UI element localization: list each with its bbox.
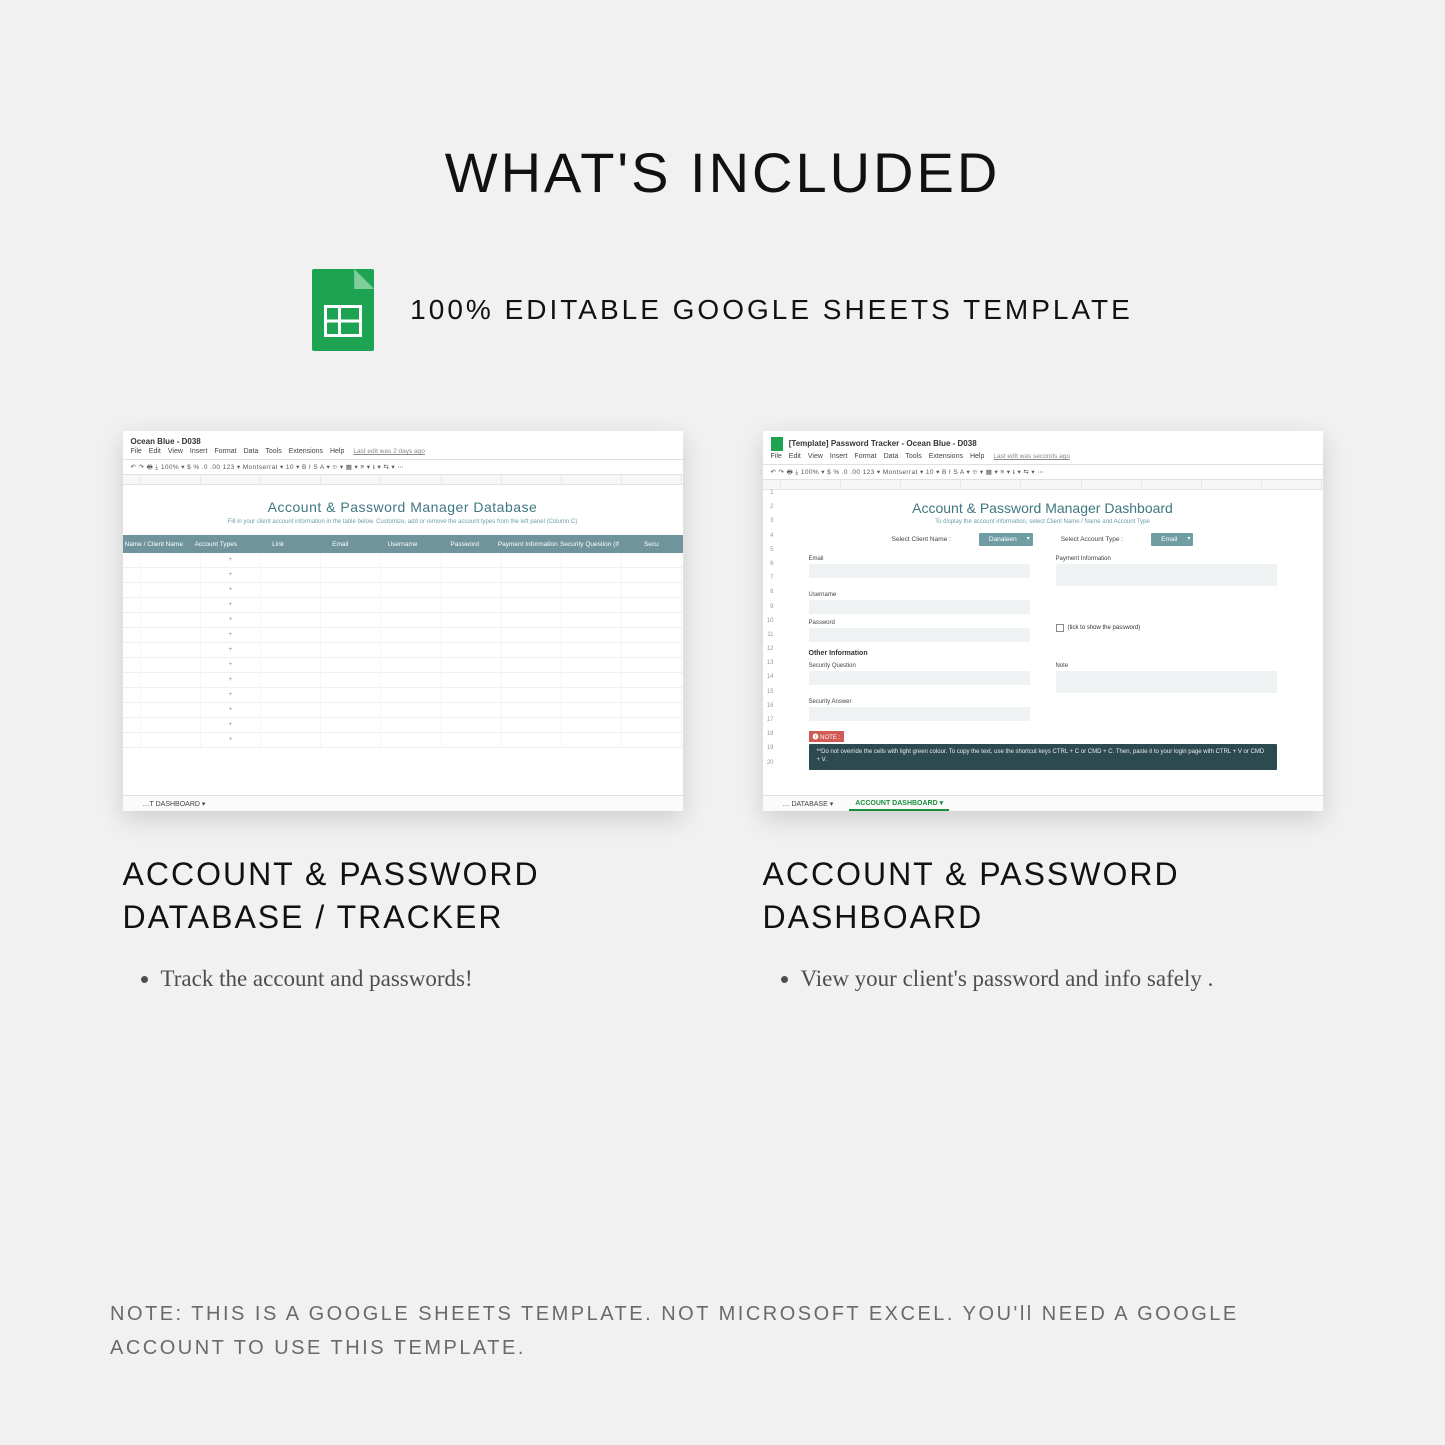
bullet: View your client's password and info saf… xyxy=(801,961,1323,997)
right-column: [Template] Password Tracker - Ocean Blue… xyxy=(763,431,1323,997)
password-field[interactable] xyxy=(809,628,1030,642)
tab-account-dashboard[interactable]: ACCOUNT DASHBOARD ▾ xyxy=(849,797,949,811)
note-flag: 🅘 NOTE : xyxy=(809,731,845,742)
database-title: Account & Password Manager Database xyxy=(123,485,683,519)
toolbar[interactable]: ↶ ↷ 🖶 ⤓ 100% ▾ $ % .0 .00 123 ▾ Montserr… xyxy=(123,459,683,475)
other-info-heading: Other Information xyxy=(809,650,1277,657)
page-title: WHAT'S INCLUDED xyxy=(0,0,1445,205)
dashboard-subtitle: To display the account information, sele… xyxy=(763,519,1323,533)
select-client-dropdown[interactable]: Danaleen xyxy=(979,533,1033,546)
footer-note: NOTE: THIS IS A GOOGLE SHEETS TEMPLATE. … xyxy=(110,1297,1335,1365)
dashboard-screenshot: [Template] Password Tracker - Ocean Blue… xyxy=(763,431,1323,811)
note-label: Note xyxy=(1056,663,1277,669)
last-edit-note: Last edit was 2 days ago xyxy=(353,448,425,455)
subtitle-text: 100% EDITABLE GOOGLE SHEETS TEMPLATE xyxy=(410,294,1133,326)
table-rows[interactable]: + + + + + + + + + + + + + xyxy=(123,553,683,748)
email-label: Email xyxy=(809,556,1030,562)
sheet-tabs[interactable]: … DATABASE ▾ ACCOUNT DASHBOARD ▾ xyxy=(763,795,1323,811)
security-question-label: Security Question xyxy=(809,663,1030,669)
tab-dashboard[interactable]: …T DASHBOARD ▾ xyxy=(137,798,212,810)
security-answer-field[interactable] xyxy=(809,707,1030,721)
security-question-field[interactable] xyxy=(809,671,1030,685)
left-column: Ocean Blue - D038 FileEditViewInsertForm… xyxy=(123,431,683,997)
username-field[interactable] xyxy=(809,600,1030,614)
dashboard-title: Account & Password Manager Dashboard xyxy=(763,490,1323,519)
password-label: Password xyxy=(809,620,1030,626)
column-letter-row xyxy=(763,480,1323,490)
right-caption-title: ACCOUNT & PASSWORD DASHBOARD xyxy=(763,853,1323,939)
left-caption-title: ACCOUNT & PASSWORD DATABASE / TRACKER xyxy=(123,853,683,939)
note-field[interactable] xyxy=(1056,671,1277,693)
show-password-label: (tick to show the password) xyxy=(1068,625,1141,631)
menu-bar[interactable]: FileEditViewInsertFormatDataToolsExtensi… xyxy=(123,446,683,459)
select-type-label: Select Account Type : xyxy=(1061,536,1123,543)
table-header-row: Name / Client Name Account Types Link Em… xyxy=(123,535,683,553)
menu-bar[interactable]: FileEditViewInsertFormatDataToolsExtensi… xyxy=(763,451,1323,464)
payment-field[interactable] xyxy=(1056,564,1277,586)
database-subtitle: Fill in your client account information … xyxy=(123,519,683,535)
bullet: Track the account and passwords! xyxy=(161,961,683,997)
payment-label: Payment Information xyxy=(1056,556,1277,562)
left-caption-bullets: Track the account and passwords! xyxy=(123,961,683,997)
google-sheets-icon xyxy=(312,269,374,351)
doc-title: [Template] Password Tracker - Ocean Blue… xyxy=(763,431,1323,451)
security-answer-label: Security Answer xyxy=(809,699,1030,705)
subtitle-row: 100% EDITABLE GOOGLE SHEETS TEMPLATE xyxy=(0,269,1445,351)
sheet-tabs[interactable]: …T DASHBOARD ▾ xyxy=(123,795,683,811)
select-type-dropdown[interactable]: Email xyxy=(1151,533,1193,546)
doc-title: Ocean Blue - D038 xyxy=(123,431,683,446)
email-field[interactable] xyxy=(809,564,1030,578)
column-letter-row xyxy=(123,475,683,485)
show-password-checkbox[interactable] xyxy=(1056,624,1064,632)
database-screenshot: Ocean Blue - D038 FileEditViewInsertForm… xyxy=(123,431,683,811)
select-client-label: Select Client Name : xyxy=(892,536,951,543)
google-sheets-icon xyxy=(771,437,783,451)
toolbar[interactable]: ↶ ↷ 🖶 ⤓ 100% ▾ $ % .0 .00 123 ▾ Montserr… xyxy=(763,464,1323,480)
username-label: Username xyxy=(809,592,1030,598)
last-edit-note: Last edit was seconds ago xyxy=(993,453,1070,460)
right-caption-bullets: View your client's password and info saf… xyxy=(763,961,1323,997)
note-instructions: **Do not override the cells with light g… xyxy=(809,744,1277,770)
tab-database[interactable]: … DATABASE ▾ xyxy=(777,798,840,810)
